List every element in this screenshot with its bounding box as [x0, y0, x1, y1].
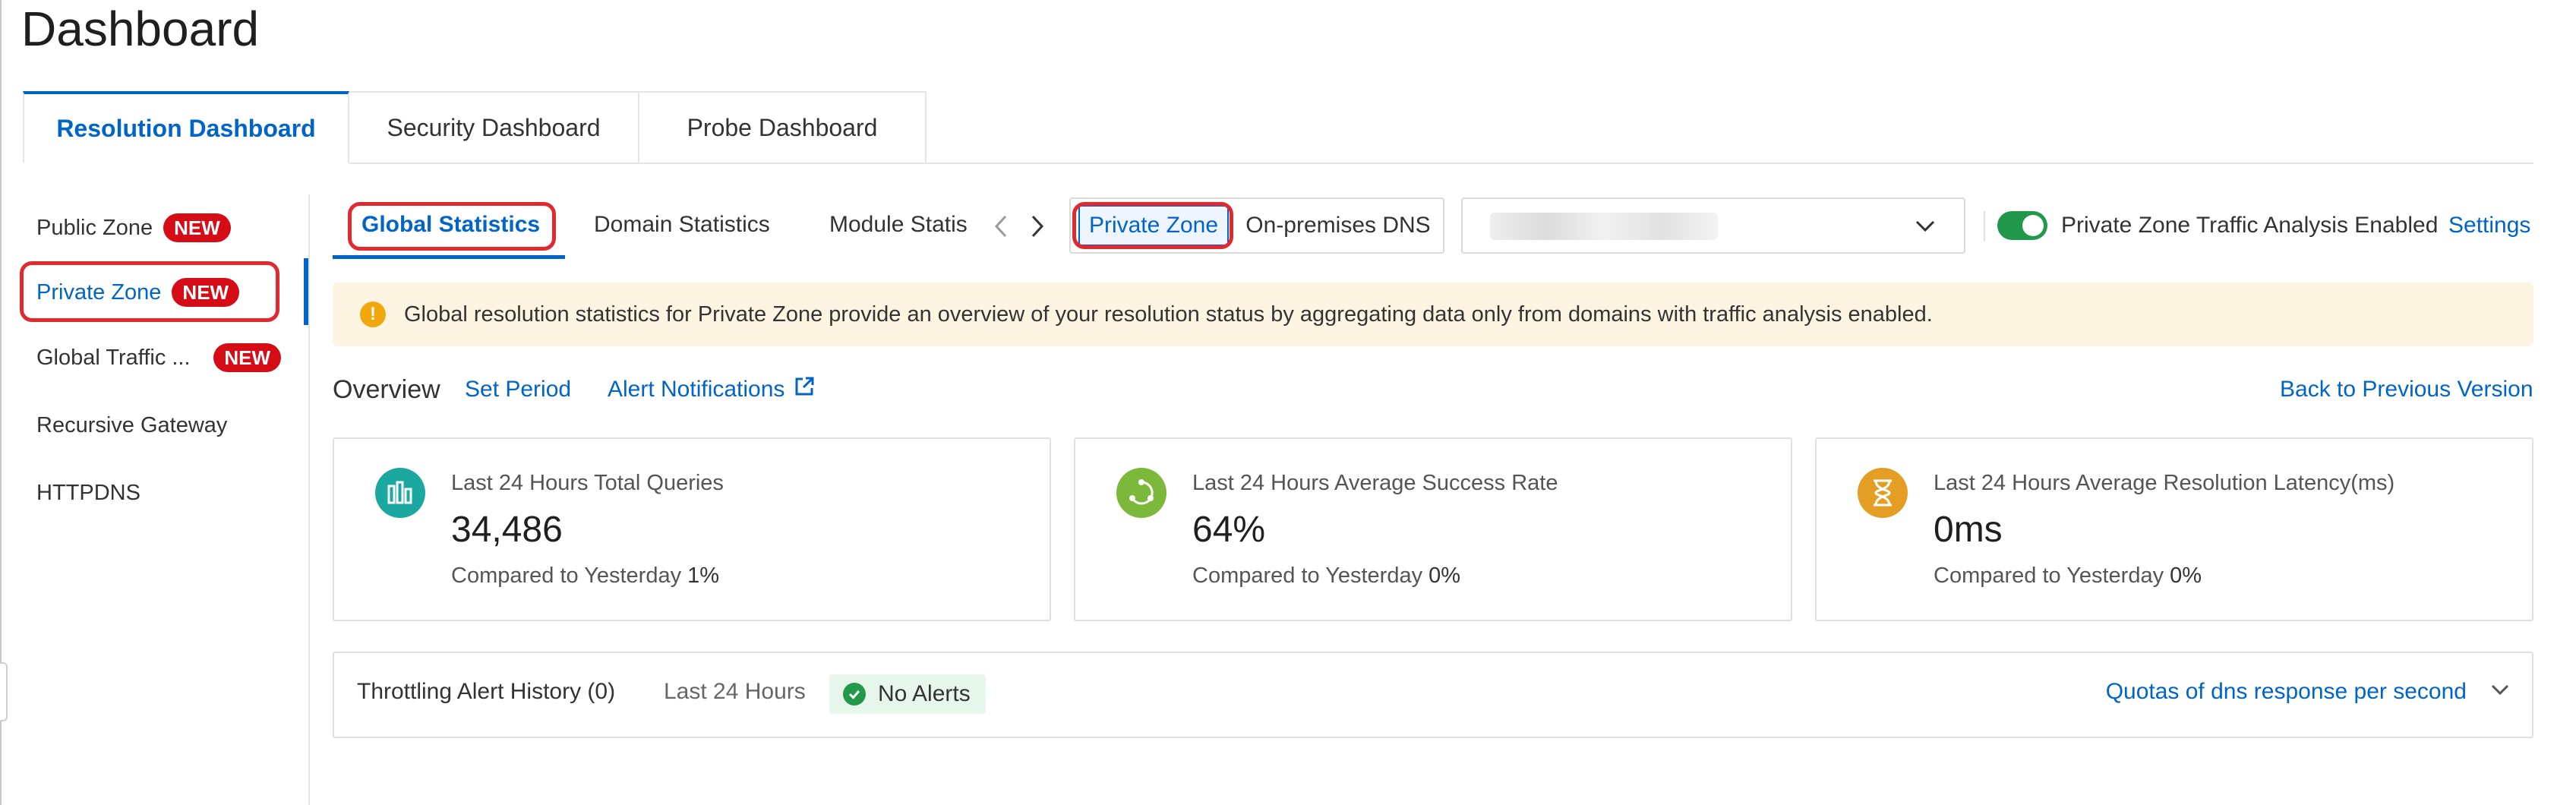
card-label: Last 24 Hours Average Success Rate — [1192, 471, 1558, 495]
card-value: 64% — [1192, 510, 1266, 550]
banner-text: Global resolution statistics for Private… — [404, 301, 1933, 327]
sidebar-item-label: Private Zone — [36, 279, 162, 305]
overview-title: Overview — [333, 374, 440, 404]
new-badge: NEW — [172, 278, 240, 307]
card-value: 0ms — [1934, 510, 2003, 550]
card-compare: Compared to Yesterday 1% — [451, 564, 719, 589]
settings-link[interactable]: Settings — [2448, 207, 2530, 245]
active-tab-underline — [333, 255, 565, 259]
sidebar-item-label: Recursive Gateway — [36, 412, 228, 437]
sidebar-item-label: Global Traffic ... — [36, 345, 191, 370]
tab-resolution-dashboard[interactable]: Resolution Dashboard — [23, 91, 349, 164]
quotas-link[interactable]: Quotas of dns response per second — [2106, 679, 2467, 705]
new-badge: NEW — [163, 213, 231, 242]
check-circle-icon — [843, 683, 866, 706]
segment-private-zone[interactable]: Private Zone — [1078, 205, 1229, 246]
sidebar-item-recursive-gateway[interactable]: Recursive Gateway — [36, 402, 227, 448]
alert-notifications-label: Alert Notifications — [608, 377, 785, 402]
card-label: Last 24 Hours Average Resolution Latency… — [1934, 471, 2395, 495]
throttling-alert-panel[interactable]: Throttling Alert History (0) Last 24 Hou… — [333, 652, 2533, 738]
bar-chart-icon — [375, 468, 425, 518]
stat-card-latency: Last 24 Hours Average Resolution Latency… — [1815, 437, 2533, 621]
stat-card-success-rate: Last 24 Hours Average Success Rate 64% C… — [1074, 437, 1792, 621]
info-banner: ! Global resolution statistics for Priva… — [333, 283, 2533, 346]
card-value: 34,486 — [451, 510, 563, 550]
back-to-previous-version-link[interactable]: Back to Previous Version — [2280, 371, 2533, 409]
sidebar-item-private-zone[interactable]: Private Zone NEW — [36, 270, 240, 315]
card-compare: Compared to Yesterday 0% — [1192, 564, 1460, 589]
sidebar-item-public-zone[interactable]: Public Zone NEW — [36, 205, 231, 251]
sidebar-item-label: HTTPDNS — [36, 480, 140, 505]
zone-select-dropdown[interactable] — [1461, 197, 1965, 254]
alert-notifications-link[interactable]: Alert Notifications — [608, 371, 815, 409]
no-alerts-tag: No Alerts — [829, 674, 986, 714]
chevron-left-icon[interactable] — [984, 205, 1018, 248]
set-period-link[interactable]: Set Period — [465, 371, 571, 409]
top-tab-bar: Resolution Dashboard Security Dashboard … — [23, 91, 2533, 164]
sidebar-item-label: Public Zone — [36, 215, 153, 240]
external-link-icon — [794, 376, 815, 403]
tab-security-dashboard[interactable]: Security Dashboard — [349, 91, 639, 164]
card-compare: Compared to Yesterday 0% — [1934, 564, 2202, 589]
sidebar-divider — [308, 194, 310, 805]
side-panel-handle[interactable] — [0, 662, 8, 721]
compare-value: 0% — [1428, 564, 1461, 588]
toggle-label: Private Zone Traffic Analysis Enabled — [2061, 213, 2439, 238]
warning-icon: ! — [360, 301, 386, 327]
traffic-analysis-toggle[interactable] — [1997, 211, 2047, 240]
compare-label: Compared to Yesterday — [451, 564, 682, 588]
compare-value: 1% — [687, 564, 720, 588]
tab-domain-statistics[interactable]: Domain Statistics — [594, 200, 770, 249]
hourglass-icon — [1858, 468, 1908, 518]
sidebar-item-global-traffic[interactable]: Global Traffic ... NEW — [36, 335, 281, 380]
tab-module-statistics[interactable]: Module Statis — [829, 200, 968, 249]
toolbar-divider — [1984, 211, 1985, 242]
tab-global-statistics[interactable]: Global Statistics — [361, 200, 540, 249]
throttling-title: Throttling Alert History (0) — [357, 679, 616, 704]
card-label: Last 24 Hours Total Queries — [451, 471, 724, 495]
tab-probe-dashboard[interactable]: Probe Dashboard — [639, 91, 927, 164]
chevron-right-icon[interactable] — [1021, 205, 1054, 248]
redacted-selection — [1490, 213, 1718, 240]
page-title: Dashboard — [21, 2, 260, 56]
chevron-down-icon[interactable] — [2489, 679, 2511, 704]
compare-value: 0% — [2170, 564, 2202, 588]
chevron-down-icon — [1914, 214, 1937, 241]
sidebar-active-indicator — [304, 258, 308, 325]
cycle-icon — [1116, 468, 1166, 518]
segment-on-premises-dns[interactable]: On-premises DNS — [1239, 205, 1437, 246]
compare-label: Compared to Yesterday — [1934, 564, 2164, 588]
new-badge: NEW — [213, 343, 281, 372]
dashboard-page: Dashboard Resolution Dashboard Security … — [0, 0, 2576, 805]
stat-card-total-queries: Last 24 Hours Total Queries 34,486 Compa… — [333, 437, 1051, 621]
status-label: No Alerts — [878, 681, 971, 706]
sidebar-item-httpdns[interactable]: HTTPDNS — [36, 470, 140, 516]
throttling-period: Last 24 Hours — [664, 679, 806, 704]
zone-segmented-control: Private Zone On-premises DNS — [1069, 197, 1444, 254]
compare-label: Compared to Yesterday — [1192, 564, 1423, 588]
